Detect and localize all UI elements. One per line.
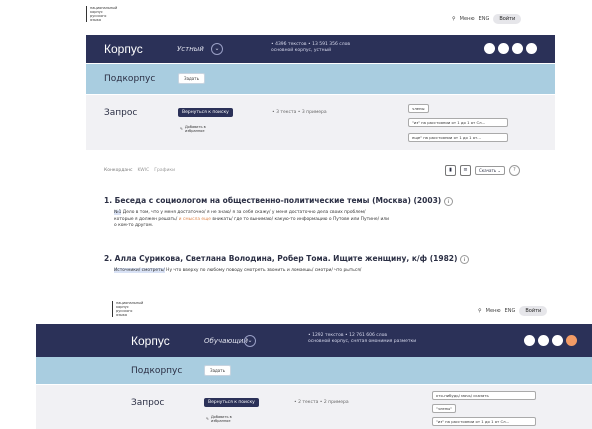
corpus-navbar: Корпус Обучающий ⌄ • 1292 текстов • 12 7… [36,324,592,357]
corpus-selector[interactable]: Устный [177,45,204,53]
result-title[interactable]: 1. Беседа с социологом на общественно-по… [104,196,453,206]
info-icon[interactable]: i [460,255,470,264]
corpus-navbar: Корпус Устный ⌄ • 4396 текстов • 13 591 … [86,35,555,63]
subcorpus-bar: Подкорпус Задать [36,357,592,384]
help-icon[interactable] [566,335,577,346]
query-tag[interactable]: "из" на расстоянии от 1 до 1 от Сл… [432,417,536,426]
info-icon[interactable] [524,335,535,346]
result-title-text: 1. Беседа с социологом на общественно-по… [104,196,442,205]
search-icon[interactable]: ⚲ [452,16,456,22]
result-snippet: Источники/ смотреть/ Ну что вверху по лю… [114,268,514,275]
corpus-stats: • 4396 текстов • 13 591 356 слов основно… [271,42,350,54]
set-subcorpus-button[interactable]: Задать [178,73,205,84]
pencil-icon: ✎ [180,127,183,131]
request-stats: • 3 текста • 3 примера [272,110,327,115]
back-to-search-button[interactable]: Вернуться к поиску [178,108,233,117]
download-label: Скачать [479,168,497,173]
header-menu: ⚲ Меню ENG Войти [478,306,548,316]
snippet-tag[interactable]: Источники/ смотреть/ [114,268,165,273]
logo-line: языка [90,18,101,22]
tab-concordance[interactable]: Конкорданс [104,168,133,173]
tab-kwic[interactable]: KWIC [138,168,150,173]
stats-line: основной корпус, снятая омонимия разметк… [308,339,417,344]
request-bar: Запрос Вернуться к поиску ✎ Добавить в и… [86,95,555,150]
filter-icon[interactable]: ≡ [460,165,471,176]
query-tag[interactable]: члены [408,104,429,113]
pencil-icon: ✎ [206,417,209,421]
info-icon[interactable]: i [443,197,453,206]
request-bar: Запрос Вернуться к поиску ✎ Добавить в и… [36,385,592,429]
chevron-down-icon[interactable]: ⌄ [211,43,223,55]
corpus-selector[interactable]: Обучающий [204,337,248,345]
add-favorite[interactable]: ✎ Добавить в избранное [180,125,220,133]
set-subcorpus-button[interactable]: Задать [204,365,231,376]
request-stats: • 2 текста • 2 примера [294,400,349,405]
corpus-title: Корпус [131,334,170,348]
login-button[interactable]: Войти [493,14,522,24]
header-menu: ⚲ Меню ENG Войти [452,14,522,24]
stats-icon[interactable] [498,43,509,54]
back-to-search-button[interactable]: Вернуться к поиску [204,398,259,407]
bookmark-icon[interactable]: ▮ [445,165,456,176]
help-icon[interactable] [526,43,537,54]
menu-link[interactable]: Меню [460,16,475,22]
nav-actions [524,335,577,346]
login-button[interactable]: Войти [519,306,548,316]
query-tag[interactable]: "члены" [432,404,456,413]
snippet-text: о ком-то другом. [114,223,154,228]
view-tabs: Конкорданс KWIC Графики [104,168,175,173]
subcorpus-title: Подкорпус [131,366,183,376]
snippet-tag[interactable]: №1 [114,210,122,215]
info-icon[interactable] [484,43,495,54]
add-favorite[interactable]: ✎ Добавить в избранное [206,415,246,423]
stats-line: основной корпус, устный [271,48,332,53]
result-title[interactable]: 2. Алла Сурикова, Светлана Володина, Роб… [104,254,470,264]
chevron-down-icon[interactable]: ⌄ [244,335,256,347]
search-icon[interactable]: ⚲ [478,308,482,314]
help-icon[interactable]: ? [508,165,520,176]
corpus-stats: • 1292 текстов • 12 761 606 слов основно… [308,333,416,345]
site-logo[interactable]: национальный корпус русского языка [112,301,143,317]
corpus-title: Корпус [104,42,143,56]
request-title: Запрос [104,108,138,118]
query-tag[interactable]: "из" на расстоянии от 1 до 1 от Сл… [408,118,508,127]
stats-icon[interactable] [538,335,549,346]
snippet-match: и смысла еще [178,216,211,222]
result-title-text: 2. Алла Сурикова, Светлана Володина, Роб… [104,254,458,263]
query-tag[interactable]: еще" на расстоянии от 1 до 1 от… [408,133,508,142]
result-tools: ▮ ≡ Скачать ⌄ ? [445,165,520,176]
snippet-text: Дело в том, что у меня достаточно/ я не … [122,210,366,215]
settings-icon[interactable] [552,335,563,346]
logo-line: языка [116,313,127,317]
add-favorite-label: Добавить в избранное [210,415,232,423]
subcorpus-bar: Подкорпус Задать [86,64,555,94]
lang-switch[interactable]: ENG [479,16,490,22]
menu-link[interactable]: Меню [486,308,501,314]
site-logo[interactable]: национальный корпус русского языка [86,6,117,22]
snippet-text: которые я должен решать/ [114,216,178,222]
add-favorite-label: Добавить в избранное [184,125,206,133]
request-title: Запрос [131,398,165,408]
download-select[interactable]: Скачать ⌄ [475,166,505,175]
result-snippet: №1 Дело в том, что у меня достаточно/ я … [114,210,514,230]
query-tag[interactable]: кто-нибудь/ мочь/ сказать [432,391,536,400]
settings-icon[interactable] [512,43,523,54]
lang-switch[interactable]: ENG [505,308,516,314]
subcorpus-title: Подкорпус [104,74,156,84]
nav-actions [484,43,537,54]
snippet-text: вникать/ где то вынимаю/ какую-то информ… [212,216,389,222]
snippet-text: Ну что вверху по любому поводу смотреть … [166,268,362,273]
tab-charts[interactable]: Графики [154,168,175,173]
